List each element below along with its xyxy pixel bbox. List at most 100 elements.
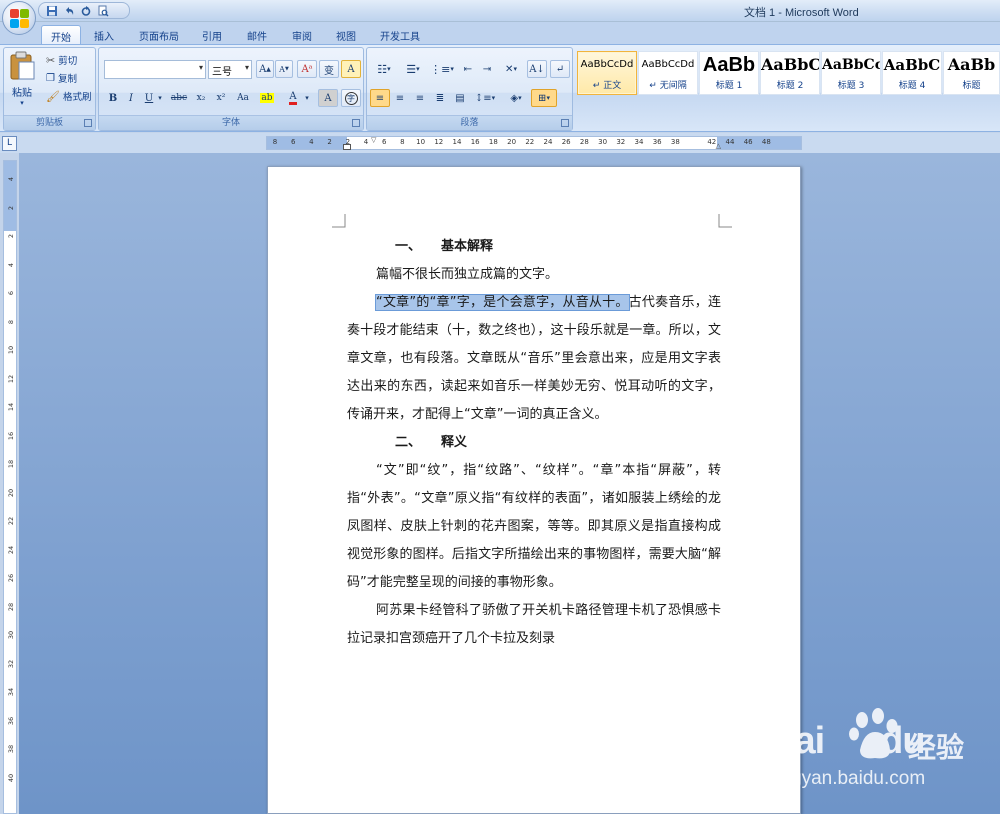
tab-review[interactable]: 审阅 [285, 25, 319, 44]
style-heading-2[interactable]: AaBbC 标题 2 [760, 51, 820, 95]
ruler-tick-label: 14 [452, 138, 462, 146]
tab-mailings[interactable]: 邮件 [240, 25, 274, 44]
numbering-button[interactable]: ☰ ▾ [399, 60, 427, 78]
vertical-ruler[interactable]: 4 2 2 4 6 8 10 12 14 16 18 20 22 24 26 28 30 32 34 36 38 40 [3, 160, 17, 814]
tab-view[interactable]: 视图 [329, 25, 363, 44]
style-name: 标题 4 [898, 81, 926, 91]
align-left-icon: ≡ [375, 92, 385, 104]
horizontal-ruler[interactable]: 8 6 4 2 2 4 6 8 10 12 14 16 18 20 22 24 26 28 30 32 34 36 38 42… [266, 136, 802, 150]
style-sample: AaBb [947, 55, 996, 74]
change-case-button[interactable]: Aa [233, 89, 253, 107]
highlight-button[interactable]: ab [257, 89, 277, 107]
ruler-tick-label: 22 [525, 138, 535, 146]
paste-dropdown-icon[interactable]: ▾ [8, 99, 36, 107]
style-no-spacing[interactable]: AaBbCcDd ↵ 无间隔 [638, 51, 698, 95]
first-line-indent-marker[interactable]: ▽ [371, 136, 376, 144]
phonetic-guide-button[interactable]: 变 [319, 60, 339, 78]
font-color-dropdown[interactable]: ▾ [302, 89, 312, 107]
cut-button[interactable]: ✂ 剪切 [46, 51, 77, 69]
align-right-button[interactable]: ≡ [410, 89, 430, 107]
selected-text[interactable]: “文章”的“章”字，是个会意字，从音从十。 [375, 294, 630, 311]
grow-font-button[interactable]: A ▲ [256, 60, 274, 78]
clear-format-icon: Aᵃ [301, 63, 313, 75]
right-indent-marker[interactable]: △ [716, 142, 721, 150]
font-color-icon: A [289, 91, 297, 105]
font-name-combo[interactable]: ▾ [104, 60, 206, 79]
vertical-ruler-tick-label: 22 [7, 516, 15, 526]
vertical-ruler-tick-label: 30 [7, 630, 15, 640]
tab-selector-button[interactable]: L [2, 136, 17, 151]
bullets-button[interactable]: ☷ ▾ [370, 60, 398, 78]
copy-button[interactable]: ❐ 复制 [46, 69, 77, 87]
align-right-icon: ≡ [415, 92, 425, 104]
paste-label: 粘贴 [12, 88, 32, 99]
print-preview-icon[interactable] [96, 4, 109, 17]
font-size-combo[interactable]: 三号 ▾ [208, 60, 252, 79]
tab-developer[interactable]: 开发工具 [372, 25, 428, 44]
ruler-tick-label: 6 [381, 138, 387, 146]
font-dialog-launcher[interactable] [352, 119, 360, 127]
baidu-jingyan-watermark: Bai du 经验 jingyan.baidu.com [768, 706, 1000, 806]
borders-button[interactable]: ⊞ ▾ [531, 89, 557, 107]
italic-button[interactable]: I [121, 89, 141, 107]
show-marks-button[interactable]: ↵ [550, 60, 570, 78]
char-border-button[interactable]: A [341, 60, 361, 78]
ruler-tick-label: 28 [579, 138, 589, 146]
ruler-tick-label: 6 [290, 138, 296, 146]
style-name: 标题 [962, 81, 981, 91]
enclose-char-icon: 字 [344, 91, 358, 105]
style-sample: AaBbC [883, 56, 941, 74]
strikethrough-button[interactable]: abc [169, 89, 189, 107]
paragraph-group-label: 段落 [367, 115, 572, 130]
text-direction-button[interactable]: ✕ ▾ [498, 60, 524, 78]
bold-button[interactable]: B [103, 89, 123, 107]
vertical-ruler-tick-label: 36 [7, 716, 15, 725]
style-normal[interactable]: AaBbCcDd ↵ 正文 [577, 51, 637, 95]
save-icon[interactable] [45, 4, 58, 17]
enclose-char-button[interactable]: 字 [341, 89, 361, 107]
style-name: 标题 2 [776, 81, 804, 91]
paragraph-dialog-launcher[interactable] [561, 119, 569, 127]
char-shading-button[interactable]: A [318, 89, 338, 107]
style-heading-4[interactable]: AaBbC 标题 4 [882, 51, 942, 95]
office-button[interactable] [2, 1, 36, 35]
style-heading-1[interactable]: AaBb 标题 1 [699, 51, 759, 95]
line-spacing-button[interactable]: ↕≡ ▾ [472, 89, 498, 107]
decrease-indent-button[interactable]: ⇤ [458, 60, 478, 78]
office-logo-icon [10, 9, 29, 28]
document-body[interactable]: 一、 基本解释 篇幅不很长而独立成篇的文字。 “文章”的“章”字，是个会意字，从音… [347, 233, 721, 653]
ruler-tick-label: 34 [634, 138, 644, 146]
tab-page-layout[interactable]: 页面布局 [131, 25, 187, 44]
align-center-button[interactable]: ≡ [390, 89, 410, 107]
paragraph: 阿苏果卡经管科了骄傲了开关机卡路径管理卡机了恐惧感卡拉记录扣宫颈癌开了几个卡拉及… [347, 603, 721, 646]
style-heading-3[interactable]: AaBbCc 标题 3 [821, 51, 881, 95]
paste-button[interactable]: 粘贴 ▾ [8, 51, 40, 111]
clear-format-button[interactable]: Aᵃ [297, 60, 317, 78]
shading-button[interactable]: ◈ ▾ [503, 89, 529, 107]
superscript-button[interactable]: x² [211, 89, 231, 107]
distribute-button[interactable]: ▤ [450, 89, 470, 107]
redo-icon[interactable] [79, 4, 92, 17]
multilevel-list-button[interactable]: ⋮≡ ▾ [428, 60, 456, 78]
underline-dropdown[interactable]: ▾ [155, 89, 165, 107]
tab-home[interactable]: 开始 [41, 25, 81, 44]
clipboard-dialog-launcher[interactable] [84, 119, 92, 127]
justify-button[interactable]: ≣ [430, 89, 450, 107]
tab-references[interactable]: 引用 [195, 25, 229, 44]
font-color-button[interactable]: A [283, 89, 303, 107]
tab-insert[interactable]: 插入 [87, 25, 121, 44]
format-painter-button[interactable]: 🖌 格式刷 [46, 87, 91, 105]
left-indent-marker[interactable] [343, 144, 351, 150]
align-left-button[interactable]: ≡ [370, 89, 390, 107]
ruler-tick-label: 30 [598, 138, 608, 146]
shrink-font-button[interactable]: A ▼ [275, 60, 293, 78]
increase-indent-button[interactable]: ⇥ [477, 60, 497, 78]
quick-access-toolbar [38, 2, 130, 19]
vertical-ruler-tick-label: 32 [7, 659, 15, 668]
sort-button[interactable]: A↓ [527, 60, 547, 78]
subscript-button[interactable]: x₂ [191, 89, 211, 107]
paragraph-mark-icon: ↵ [555, 63, 565, 75]
undo-icon[interactable] [62, 4, 75, 17]
style-title[interactable]: AaBb 标题 [943, 51, 1000, 95]
watermark-label: 经验 [908, 731, 965, 764]
